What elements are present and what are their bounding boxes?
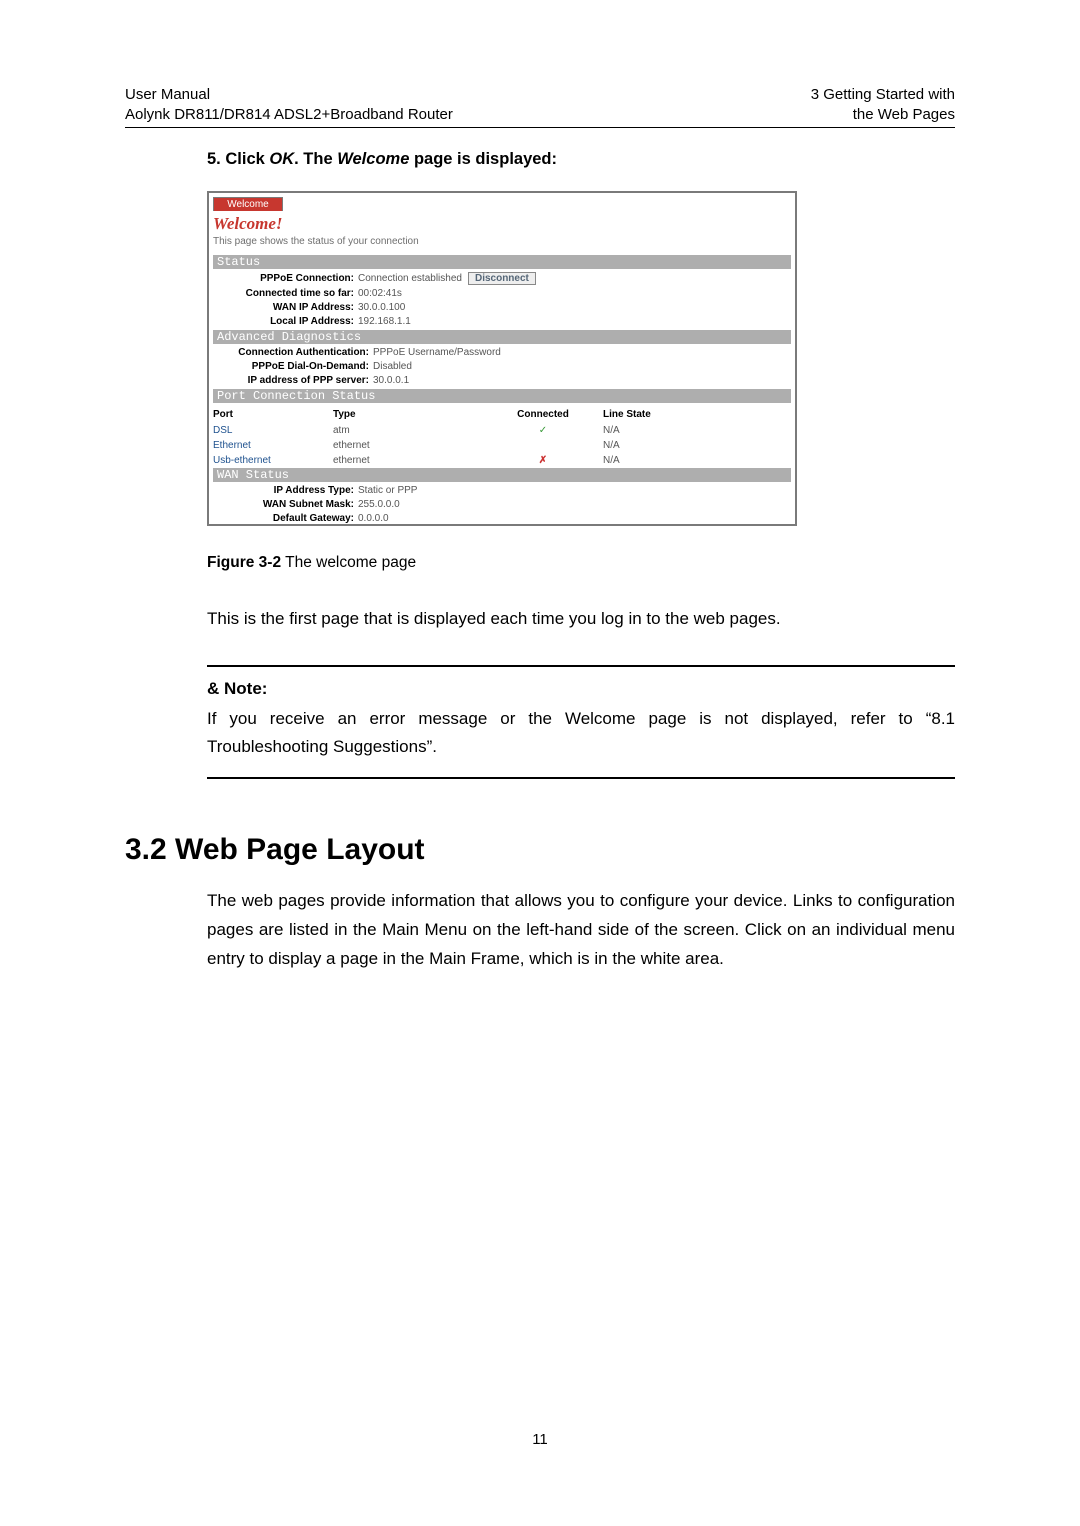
col-connected: Connected (483, 409, 603, 420)
note-block: & Note: If you receive an error message … (207, 665, 955, 779)
step-text: Click (225, 150, 269, 168)
header-left-line2: Aolynk DR811/DR814 ADSL2+Broadband Route… (125, 105, 453, 125)
conn-auth-value: PPPoE Username/Password (373, 347, 501, 358)
default-gateway-label: Default Gateway: (213, 513, 358, 524)
page-header: User Manual Aolynk DR811/DR814 ADSL2+Bro… (125, 85, 955, 128)
table-row: Usb-ethernet ethernet ✗ N/A (213, 453, 791, 468)
welcome-page-screenshot: Welcome Welcome! This page shows the sta… (207, 191, 797, 526)
wan-ip-value: 30.0.0.100 (358, 302, 405, 313)
figure-caption: Figure 3-2 The welcome page (207, 554, 955, 572)
step-number: 5. (207, 150, 225, 168)
figure-text: The welcome page (281, 554, 416, 571)
page-number: 11 (0, 1431, 1080, 1448)
pppoe-connection-value: Connection established (358, 273, 462, 284)
check-icon: ✓ (483, 425, 603, 436)
document-page: User Manual Aolynk DR811/DR814 ADSL2+Bro… (0, 0, 1080, 1526)
port-status-section-bar: Port Connection Status (213, 389, 791, 403)
adv-diag-section-bar: Advanced Diagnostics (213, 330, 791, 344)
disconnect-button[interactable]: Disconnect (468, 272, 536, 285)
port-link[interactable]: Ethernet (213, 440, 333, 451)
cross-icon: ✗ (483, 455, 603, 466)
pppoe-connection-label: PPPoE Connection: (213, 273, 358, 284)
default-gateway-value: 0.0.0.0 (358, 513, 389, 524)
figure-label: Figure 3-2 (207, 554, 281, 571)
header-left-line1: User Manual (125, 85, 453, 105)
ip-type-value: Static or PPP (358, 485, 417, 496)
step-text: page is displayed: (409, 150, 557, 168)
table-row: Ethernet ethernet N/A (213, 438, 791, 453)
col-type: Type (333, 409, 483, 420)
welcome-subtitle: This page shows the status of your conne… (213, 236, 791, 247)
local-ip-label: Local IP Address: (213, 316, 358, 327)
header-right-line1: 3 Getting Started with (811, 85, 955, 105)
conn-auth-label: Connection Authentication: (213, 347, 373, 358)
step-ok: OK (269, 150, 294, 168)
local-ip-value: 192.168.1.1 (358, 316, 411, 327)
body-paragraph: This is the first page that is displayed… (207, 606, 955, 632)
wan-ip-label: WAN IP Address: (213, 302, 358, 313)
connected-time-value: 00:02:41s (358, 288, 402, 299)
port-link[interactable]: Usb-ethernet (213, 455, 333, 466)
port-link[interactable]: DSL (213, 425, 333, 436)
section-heading: 3.2 Web Page Layout (125, 833, 955, 867)
step-welcome: Welcome (337, 150, 409, 168)
section-paragraph: The web pages provide information that a… (207, 887, 955, 974)
port-connection-table: Port Type Connected Line State DSL atm ✓… (213, 406, 791, 468)
ppp-server-ip-label: IP address of PPP server: (213, 375, 373, 386)
dial-on-demand-label: PPPoE Dial-On-Demand: (213, 361, 373, 372)
dial-on-demand-value: Disabled (373, 361, 412, 372)
wan-status-section-bar: WAN Status (213, 468, 791, 482)
note-heading: Note: (224, 679, 267, 698)
step-text: . The (294, 150, 337, 168)
note-icon: & (207, 679, 224, 698)
subnet-mask-label: WAN Subnet Mask: (213, 499, 358, 510)
note-body: If you receive an error message or the W… (207, 705, 955, 761)
status-section-bar: Status (213, 255, 791, 269)
table-row: DSL atm ✓ N/A (213, 423, 791, 438)
col-port: Port (213, 409, 333, 420)
step-instruction: 5. Click OK. The Welcome page is display… (207, 150, 955, 169)
welcome-title: Welcome! (213, 214, 791, 234)
header-right-line2: the Web Pages (811, 105, 955, 125)
subnet-mask-value: 255.0.0.0 (358, 499, 400, 510)
ppp-server-ip-value: 30.0.0.1 (373, 375, 409, 386)
tab-welcome[interactable]: Welcome (213, 197, 283, 211)
col-line-state: Line State (603, 409, 703, 420)
connected-time-label: Connected time so far: (213, 288, 358, 299)
ip-type-label: IP Address Type: (213, 485, 358, 496)
